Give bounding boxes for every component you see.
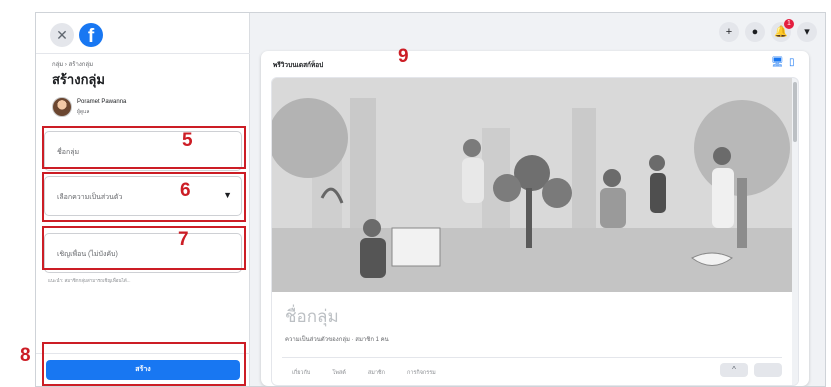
breadcrumb[interactable]: กลุ่ม › สร้างกลุ่ม (52, 59, 93, 69)
notification-badge: 1 (784, 19, 794, 29)
annotation-box-5 (42, 126, 246, 169)
header-actions: + ● 🔔 1 ▾ (719, 19, 817, 42)
annotation-box-6 (42, 172, 246, 222)
mobile-icon[interactable]: ▯ (789, 58, 801, 68)
annotation-number-7: 7 (178, 229, 189, 250)
cover-illustration (272, 78, 798, 292)
tab-activity[interactable]: การกิจกรรม (407, 369, 436, 377)
plus-icon[interactable]: + (719, 22, 739, 42)
desktop-preview-card: พรีวิวบนเดสก์ท็อป 🖥 ▯ ชื่อกลุ่ม ความเป็น… (261, 51, 809, 386)
bell-icon[interactable]: 🔔 1 (771, 19, 794, 42)
sidebar-divider (36, 53, 250, 54)
close-icon[interactable]: ✕ (50, 23, 74, 47)
preview-scrollbar-thumb[interactable] (793, 82, 797, 142)
annotation-number-5: 5 (182, 130, 193, 151)
tab-members[interactable]: สมาชิก (368, 369, 385, 377)
avatar (52, 97, 72, 117)
desktop-icon[interactable]: 🖥 (771, 58, 784, 68)
preview-tab-actions: ^ (720, 363, 782, 377)
preview-label: พรีวิวบนเดสก์ท็อป (273, 62, 324, 69)
user-name: Poramet Pawanna (77, 99, 127, 105)
tab-about[interactable]: เกี่ยวกับ (292, 369, 310, 377)
more-options-icon[interactable]: ^ (720, 363, 748, 377)
annotation-number-9: 9 (398, 46, 409, 67)
tabs-divider (282, 357, 782, 358)
facebook-logo-icon[interactable]: f (79, 23, 103, 47)
device-toggle: 🖥 ▯ (771, 58, 801, 68)
account-menu-icon[interactable]: ▾ (797, 22, 817, 42)
invite-hint-text: แนะนำ: สมาชิกกลุ่มสามารถเชิญเพื่อนได้... (48, 278, 131, 283)
cover-illustration-image (272, 78, 798, 292)
preview-group-meta: ความเป็นส่วนตัวของกลุ่ม · สมาชิก 1 คน (285, 337, 389, 343)
group-preview: ชื่อกลุ่ม ความเป็นส่วนตัวของกลุ่ม · สมาช… (271, 77, 799, 386)
preview-scrollbar[interactable] (792, 78, 798, 385)
preview-group-name: ชื่อกลุ่ม (285, 307, 339, 326)
annotation-box-8 (42, 342, 246, 386)
annotation-box-7 (42, 226, 246, 270)
annotation-number-8: 8 (20, 345, 31, 366)
search-icon[interactable] (754, 363, 782, 377)
annotation-number-6: 6 (180, 180, 191, 201)
page-title: สร้างกลุ่ม (52, 72, 105, 87)
tab-posts[interactable]: โพสต์ (332, 369, 346, 377)
preview-tabs: เกี่ยวกับ โพสต์ สมาชิก การกิจกรรม (292, 369, 436, 377)
user-role: ผู้ดูแล (77, 109, 90, 115)
messenger-icon[interactable]: ● (745, 22, 765, 42)
